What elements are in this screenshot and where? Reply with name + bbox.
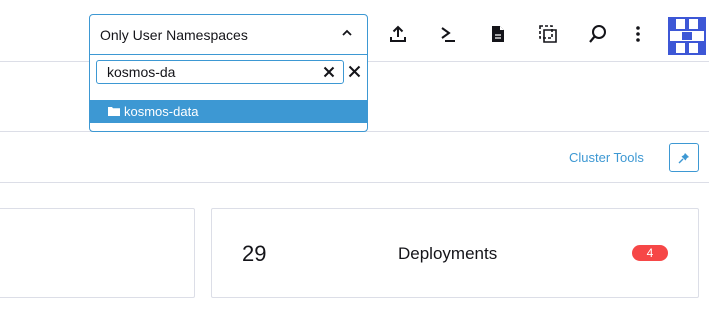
upload-icon[interactable]	[386, 22, 410, 46]
file-icon[interactable]	[486, 22, 510, 46]
logo[interactable]	[668, 17, 706, 55]
resource-card	[0, 208, 195, 298]
copy-icon[interactable]	[536, 22, 560, 46]
namespace-search-field[interactable]	[96, 60, 344, 84]
namespace-option-label: kosmos-data	[124, 104, 199, 119]
clear-search-icon[interactable]	[323, 66, 335, 78]
namespace-filter-label: Only User Namespaces	[100, 27, 248, 43]
deployments-label: Deployments	[398, 244, 498, 263]
pin-button[interactable]	[669, 143, 699, 172]
namespace-option[interactable]: kosmos-data	[90, 100, 367, 123]
namespace-filter-toggle[interactable]: Only User Namespaces	[90, 15, 367, 55]
pin-icon	[678, 152, 689, 163]
error-count-badge: 4	[632, 245, 668, 261]
deployments-count: 29	[242, 241, 267, 266]
chevron-up-icon[interactable]	[341, 27, 353, 39]
namespace-search-input[interactable]	[97, 61, 322, 83]
close-filter-icon[interactable]	[348, 65, 361, 78]
more-vertical-icon[interactable]	[626, 22, 650, 46]
search-icon[interactable]	[586, 22, 610, 46]
terminal-icon[interactable]	[436, 22, 460, 46]
cluster-tools-link[interactable]: Cluster Tools	[569, 150, 644, 165]
deployments-card[interactable]: 29 Deployments 4	[211, 208, 699, 298]
folder-icon	[108, 107, 120, 116]
section-divider	[0, 182, 709, 183]
namespace-filter-dropdown[interactable]: Only User Namespaces kosmos-data	[89, 14, 368, 132]
